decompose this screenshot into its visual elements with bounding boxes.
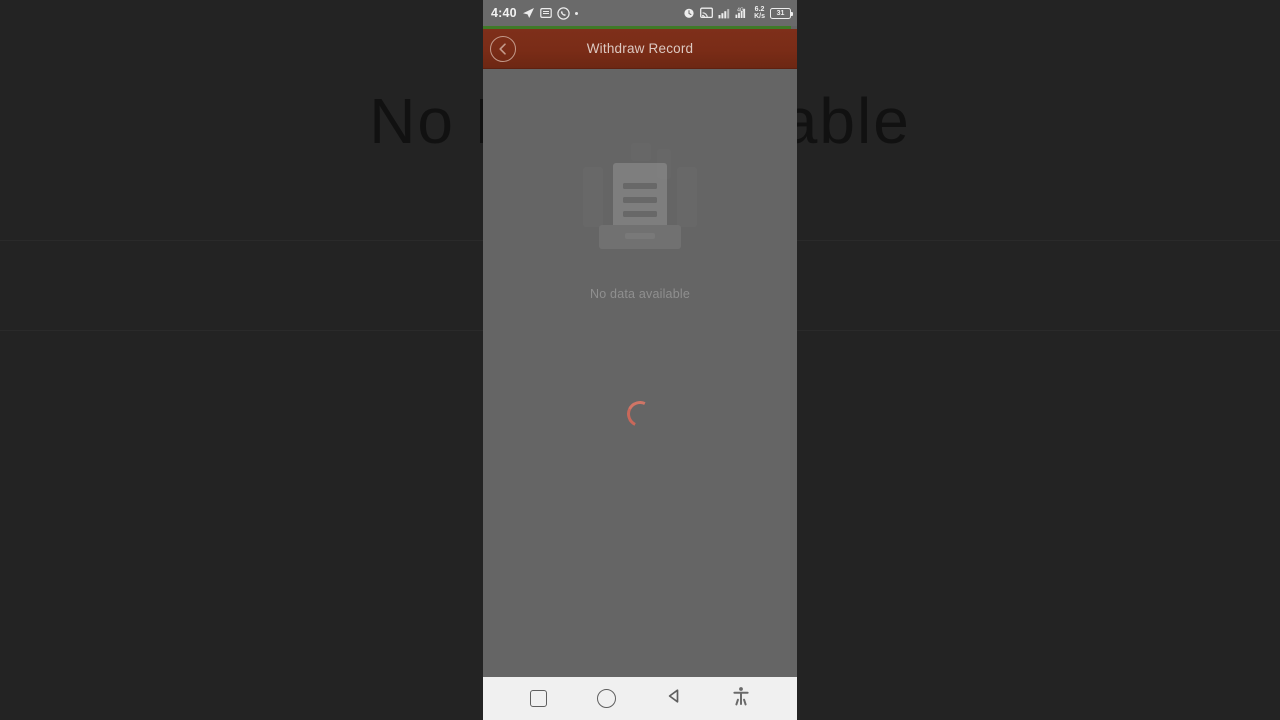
screen-cast-icon [700,7,714,19]
loading-spinner-icon [623,397,657,431]
recent-apps-button[interactable] [522,682,556,716]
battery-level-label: 31 [776,9,785,17]
signal-bars-icon [718,8,730,19]
content-area: No data available [483,69,797,680]
telegram-icon [522,7,535,19]
document-tray-icon [575,141,705,263]
empty-state-message: No data available [590,287,690,301]
page-title: Withdraw Record [586,41,694,56]
system-navigation-bar [483,677,797,720]
status-bar-right-group: 4G 6.2 K/s 31 [683,6,794,21]
status-bar: 4:40 4G 6.2 K/s 31 [483,0,797,26]
status-bar-clock: 4:40 [491,6,517,20]
accessibility-button[interactable] [724,682,758,716]
data-speed-unit: K/s [754,13,765,20]
empty-state: No data available [483,141,797,301]
battery-icon: 31 [770,7,794,19]
alarm-icon [683,7,695,19]
dual-sim-signal-icon: 4G [735,7,749,19]
notification-dot-icon [574,11,578,15]
app-bar: Withdraw Record [483,29,797,69]
back-button[interactable] [657,682,691,716]
data-speed-indicator: 6.2 K/s [754,6,765,21]
triangle-left-icon [665,687,683,710]
status-bar-left-group: 4:40 [491,6,578,20]
loading-spinner-container [483,397,797,431]
square-icon [530,690,548,707]
data-speed-value: 6.2 [754,5,765,13]
chevron-left-circle-icon[interactable] [490,35,516,62]
accessibility-person-icon [732,686,750,711]
phone-screen: 4:40 4G 6.2 K/s 31 Withdraw Record No da… [483,0,797,720]
svg-text:4G: 4G [737,7,744,13]
home-button[interactable] [589,682,623,716]
screen-root: No Data Available 4:40 [0,0,1280,720]
messenger-icon [540,7,552,19]
circle-icon [596,689,616,708]
whatsapp-icon [557,6,570,20]
